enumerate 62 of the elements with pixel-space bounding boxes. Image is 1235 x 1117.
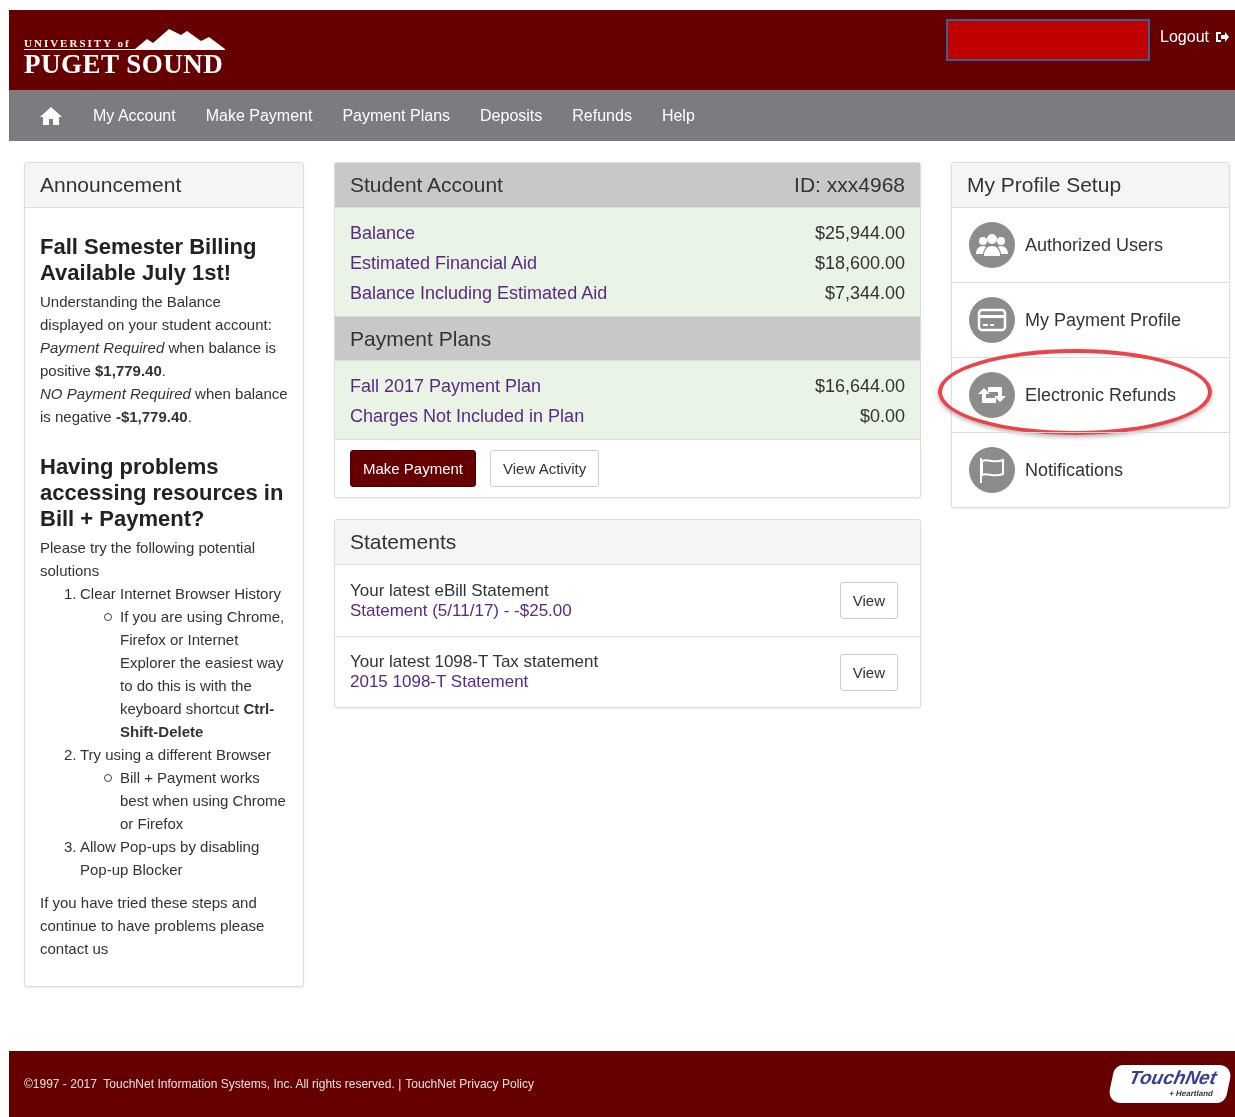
list-item-text: Try using a different Browser	[80, 745, 272, 765]
credit-card-icon	[969, 297, 1015, 343]
copyright-text: ©1997 - 2017 TouchNet Information Systems, Inc. All rights reserved. |	[24, 1077, 402, 1091]
section-title: Payment Plans	[335, 316, 920, 361]
statement-caption: Your latest eBill Statement	[350, 580, 550, 601]
amount: $18,600.00	[814, 252, 905, 274]
view-activity-button[interactable]: View Activity	[490, 450, 600, 487]
profile-link[interactable]: Notifications	[952, 433, 1229, 507]
users-icon	[969, 222, 1015, 268]
profile-link[interactable]: Authorized Users	[952, 208, 1229, 282]
list-number: 1.	[64, 584, 78, 604]
view-button[interactable]: View	[839, 582, 898, 619]
account-id: ID: xxx4968	[794, 173, 905, 197]
exchange-arrows-icon	[969, 372, 1015, 418]
list-item-text: If you are using Chrome, Firefox or Internet Explorer the easiest way to do this is with the keyboard shortcut Ctrl-Shift-Delete	[120, 607, 286, 742]
account-link[interactable]: Fall 2017 Payment Plan	[350, 375, 542, 397]
mountain-icon	[134, 26, 225, 49]
nav-link[interactable]: My Account	[78, 106, 191, 125]
view-button[interactable]: View	[839, 653, 898, 691]
account-link[interactable]: Charges Not Included in Plan	[350, 405, 585, 427]
profile-link[interactable]: Electronic Refunds	[952, 358, 1229, 432]
list-item-text: Clear Internet Browser History	[80, 584, 282, 604]
amount: $16,644.00	[814, 375, 905, 397]
panel-title: My Profile Setup	[952, 163, 1229, 208]
panel-title: Announcement	[25, 163, 303, 208]
statement-caption: Your latest 1098-T Tax statement	[350, 652, 599, 672]
announcement-heading: Having problems accessing resources in Bill + Payment?	[40, 454, 285, 532]
list-number: 2.	[64, 745, 78, 765]
logo-title: PUGET SOUND	[24, 48, 225, 78]
amount: $7,344.00	[824, 282, 905, 304]
panel-title: Statements	[335, 520, 920, 565]
statement-link[interactable]: Statement (5/11/17) - -$25.00	[350, 600, 572, 621]
logo-subtext: + Heartland	[1168, 1089, 1214, 1098]
announcement-text: If you have tried these steps and continue to have problems please contact us	[40, 893, 266, 959]
list-number: 3.	[64, 837, 78, 857]
announcement-heading: Fall Semester Billing Available July 1st!	[40, 234, 258, 286]
privacy-link[interactable]: TouchNet Privacy Policy	[405, 1077, 534, 1091]
home-icon	[39, 105, 63, 126]
announcement-text: Understanding the Balance displayed on your student account: Payment Required when balance is positive $1,779.40.	[40, 292, 277, 381]
list-item-text: Allow Pop-ups by disabling Pop-up Blocker	[80, 837, 261, 880]
amount: $0.00	[859, 405, 905, 427]
announcement-text: NO Payment Required when balance is negative -$1,779.40.	[40, 384, 288, 427]
account-link[interactable]: Balance	[350, 222, 416, 244]
list-item-text: Bill + Payment works best when using Chrome or Firefox	[120, 768, 287, 834]
nav-link[interactable]: Help	[646, 106, 710, 125]
announcement-text: Please try the following potential solutions	[40, 538, 257, 581]
logo-text: UNIVERSITY of	[24, 36, 131, 49]
account-link[interactable]: Balance Including Estimated Aid	[350, 282, 608, 304]
logout-link[interactable]: Logout	[1160, 19, 1229, 46]
account-link[interactable]: Estimated Financial Aid	[350, 252, 538, 274]
statement-link[interactable]: 2015 1098-T Statement	[350, 672, 599, 692]
nav-link[interactable]: Make Payment	[190, 106, 328, 125]
logout-icon	[1215, 31, 1229, 43]
nav-link[interactable]: Refunds	[557, 106, 647, 125]
logo-text: TouchNet	[1127, 1067, 1219, 1089]
flag-icon	[969, 447, 1015, 493]
profile-link[interactable]: My Payment Profile	[952, 283, 1229, 357]
nav-link[interactable]: Deposits	[465, 106, 558, 125]
nav-link[interactable]: Payment Plans	[327, 106, 466, 125]
make-payment-button[interactable]: Make Payment	[350, 450, 477, 487]
amount: $25,944.00	[814, 222, 905, 244]
panel-title: Student Account	[350, 173, 503, 197]
